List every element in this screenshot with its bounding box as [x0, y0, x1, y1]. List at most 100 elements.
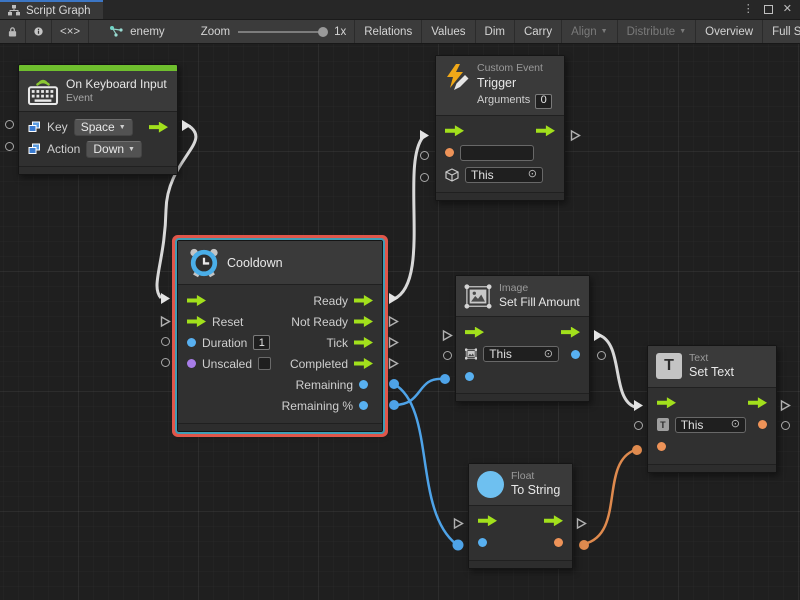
completed-output-arrow[interactable] [354, 358, 373, 369]
ext-output-circle[interactable] [597, 351, 606, 360]
carry-button[interactable]: Carry [515, 20, 562, 43]
exec-input-arrow[interactable] [657, 397, 676, 408]
exec-input-arrow[interactable] [465, 327, 484, 338]
target-field[interactable]: This ⊙ [465, 167, 543, 183]
action-label: Action [47, 142, 80, 156]
close-icon[interactable]: ✕ [783, 4, 792, 15]
target-picker-icon[interactable]: ⊙ [731, 419, 740, 430]
unscaled-checkbox[interactable] [258, 357, 271, 370]
ext-exec-in-connected[interactable] [160, 292, 171, 305]
image-icon [464, 284, 492, 309]
exec-output-arrow[interactable] [561, 327, 580, 338]
exec-output-arrow[interactable] [748, 397, 767, 408]
duration-field[interactable]: 1 [253, 335, 270, 350]
graph-breadcrumb[interactable]: enemy [89, 20, 173, 43]
exec-output-arrow[interactable] [544, 515, 563, 526]
exec-output-arrow[interactable] [149, 122, 168, 133]
target-field[interactable]: This ⊙ [483, 346, 559, 362]
tab-script-graph[interactable]: Script Graph [0, 0, 103, 19]
key-dropdown[interactable]: Space ▼ [74, 119, 133, 136]
ext-exec-in-connected[interactable] [633, 399, 644, 412]
arguments-field[interactable]: 0 [535, 94, 552, 109]
ext-exec-out-connected[interactable] [593, 329, 604, 342]
exec-input-arrow[interactable] [187, 295, 206, 306]
ext-input-circle[interactable] [161, 337, 170, 346]
node-kind: Image [499, 282, 580, 295]
action-dropdown[interactable]: Down ▼ [86, 141, 142, 158]
target-field[interactable]: This ⊙ [675, 417, 746, 433]
ext-exec-in[interactable] [160, 315, 171, 328]
exec-output-arrow[interactable] [536, 125, 555, 136]
ext-input-circle[interactable] [5, 142, 14, 151]
ext-exec-in[interactable] [453, 517, 464, 530]
ext-exec-out[interactable] [576, 517, 587, 530]
port-row: Remaining [178, 374, 382, 395]
unscaled-port-dot[interactable] [187, 359, 196, 368]
ext-exec-out[interactable] [780, 399, 791, 412]
key-label: Key [47, 120, 68, 134]
ext-exec-in[interactable] [442, 329, 453, 342]
node-cooldown[interactable]: Cooldown Ready Reset Not Ready Duration … [177, 240, 383, 432]
lock-button[interactable] [0, 20, 26, 43]
ext-exec-out-connected[interactable] [181, 119, 192, 132]
zoom-slider-handle[interactable] [318, 27, 328, 37]
fill-amount-port-dot[interactable] [465, 372, 474, 381]
duration-label: Duration [202, 336, 247, 350]
duration-port-dot[interactable] [187, 338, 196, 347]
zoom-slider[interactable] [238, 31, 326, 33]
output-value-dot[interactable] [758, 420, 767, 429]
exec-input-arrow[interactable] [478, 515, 497, 526]
dim-button[interactable]: Dim [476, 20, 515, 43]
not-ready-output-arrow[interactable] [354, 316, 373, 327]
text-value-port-dot[interactable] [657, 442, 666, 451]
node-kind: Custom Event [477, 62, 552, 75]
node-float-to-string[interactable]: Float To String [468, 463, 573, 569]
tick-output-arrow[interactable] [354, 337, 373, 348]
custom-event-icon [444, 64, 470, 91]
relations-button[interactable]: Relations [355, 20, 422, 43]
ext-input-circle[interactable] [443, 351, 452, 360]
float-input-port-dot[interactable] [478, 538, 487, 547]
ext-input-circle[interactable] [161, 358, 170, 367]
graph-toolbar: <×> enemy Zoom 1x Relations Values Dim C… [0, 20, 800, 44]
ext-exec-out[interactable] [570, 129, 581, 142]
ready-output-arrow[interactable] [354, 295, 373, 306]
remaining-port-dot[interactable] [359, 380, 368, 389]
output-value-dot[interactable] [571, 350, 580, 359]
ext-exec-out[interactable] [388, 336, 399, 349]
string-port-dot[interactable] [445, 148, 454, 157]
ext-exec-out[interactable] [388, 357, 399, 370]
string-output-port-dot[interactable] [554, 538, 563, 547]
chevron-down-icon: ▼ [128, 146, 135, 153]
ext-input-circle[interactable] [5, 120, 14, 129]
ext-input-circle[interactable] [420, 151, 429, 160]
ext-input-circle[interactable] [634, 421, 643, 430]
values-button[interactable]: Values [422, 20, 475, 43]
ext-exec-out[interactable] [388, 315, 399, 328]
float-icon [477, 471, 504, 498]
reset-input-arrow[interactable] [187, 316, 206, 327]
full-screen-button[interactable]: Full Screen [763, 20, 800, 43]
overview-button[interactable]: Overview [696, 20, 763, 43]
target-picker-icon[interactable]: ⊙ [544, 349, 553, 360]
node-custom-event-trigger[interactable]: Custom Event Trigger Arguments 0 [435, 55, 565, 201]
event-name-field[interactable] [460, 145, 534, 161]
ext-output-circle[interactable] [781, 421, 790, 430]
ext-exec-in-connected[interactable] [419, 129, 430, 142]
target-picker-icon[interactable]: ⊙ [528, 169, 537, 180]
ext-input-circle[interactable] [420, 173, 429, 182]
node-text-set-text[interactable]: T Text Set Text T This ⊙ [647, 345, 777, 473]
menu-icon[interactable]: ⋮ [743, 4, 754, 15]
align-dropdown[interactable]: Align▼ [562, 20, 618, 43]
node-on-keyboard-input[interactable]: On Keyboard Input Event Key Space ▼ [18, 64, 178, 175]
exec-input-arrow[interactable] [445, 125, 464, 136]
node-image-set-fill-amount[interactable]: Image Set Fill Amount This [455, 275, 590, 402]
ext-exec-out-connected[interactable] [388, 292, 399, 305]
port-row-value [469, 532, 572, 554]
inspect-button[interactable] [26, 20, 52, 43]
maximize-icon[interactable] [764, 5, 773, 14]
distribute-dropdown[interactable]: Distribute▼ [618, 20, 697, 43]
code-preview-button[interactable]: <×> [52, 20, 89, 43]
chevron-down-icon: ▼ [119, 124, 126, 131]
remaining-pct-port-dot[interactable] [359, 401, 368, 410]
